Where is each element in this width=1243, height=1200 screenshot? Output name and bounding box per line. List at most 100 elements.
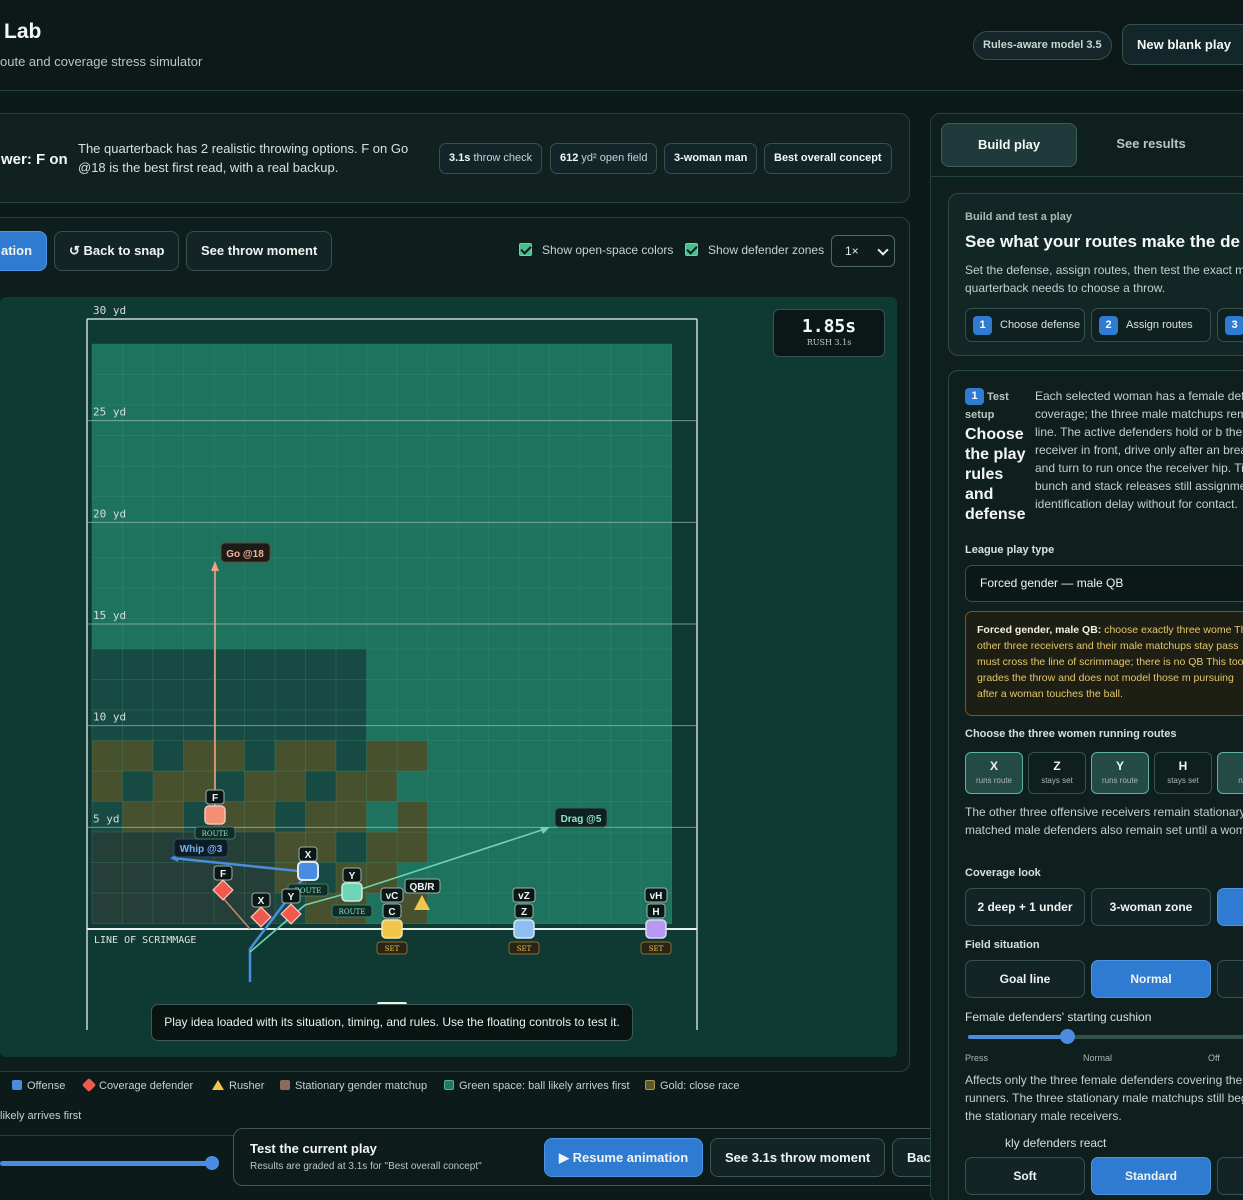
play-clock: 1.85s RUSH 3.1s [773,309,885,357]
heat-cell [610,466,642,497]
heat-cell [336,374,367,406]
see-throw-moment-button[interactable]: See 3.1s throw moment [710,1138,886,1177]
animation-button[interactable]: ation [0,231,47,271]
heat-cell [427,740,459,772]
heat-cell [122,771,154,802]
heat-cell [183,527,215,558]
heat-cell [153,771,184,802]
app-title: Lab [4,20,42,43]
heat-cell [122,832,154,863]
step-three[interactable]: 3 [1217,308,1243,342]
heat-cell [153,740,184,772]
field-canvas[interactable]: 30 yd 25 yd 20 yd 15 yd 10 yd 5 yd LINE OF SC… [0,297,897,1057]
situation-normal[interactable]: Normal [1091,960,1211,998]
heat-cell [610,435,642,467]
heat-cell [244,435,276,467]
setup-description: Each selected woman has a female def cov… [1035,389,1243,511]
heat-cell [580,771,611,802]
heat-cell [305,740,337,772]
react-soft[interactable]: Soft [965,1157,1085,1195]
heat-cell [183,862,215,894]
heat-cell [549,466,581,497]
open-space-checkbox[interactable] [519,243,532,256]
floating-test-controls: Test the current play Results are graded… [233,1128,1013,1186]
svg-text:Go @18: Go @18 [226,549,264,560]
svg-text:ROUTE: ROUTE [339,908,366,916]
heat-cell [641,557,672,589]
heat-cell [488,679,520,711]
route-toggle-x[interactable]: Xruns route [965,752,1023,794]
legend-offense: Offense [12,1080,65,1092]
coverage-3-woman-man[interactable]: 3 [1217,888,1243,926]
heat-cell [244,374,276,406]
react-standard[interactable]: Standard [1091,1157,1211,1195]
route-toggle-y[interactable]: Yruns route [1091,752,1149,794]
timeline-slider-handle[interactable] [205,1156,219,1170]
heat-cell [183,435,215,467]
situation-long[interactable]: L [1217,960,1243,998]
heat-cell [549,496,581,528]
heat-cell [549,344,581,375]
heat-cell [275,588,306,619]
stat-throw-check: 3.1s throw check [439,143,543,174]
heat-cell [305,618,337,650]
tab-see-results[interactable]: See results [1083,123,1219,167]
svg-text:X: X [258,896,265,907]
back-to-snap-button[interactable]: ↺ Back to snap [54,231,180,271]
react-third[interactable] [1217,1157,1243,1195]
heat-cell [549,740,581,772]
step-choose-defense[interactable]: 1 Choose defense [965,308,1085,342]
situation-goal-line[interactable]: Goal line [965,960,1085,998]
heat-cell [366,618,398,650]
heat-cell [275,466,306,497]
heat-cell [458,496,489,528]
throw-moment-button[interactable]: See throw moment [186,231,333,271]
heat-cell [610,649,642,680]
defender-zones-checkbox[interactable] [685,243,698,256]
coverage-2-deep[interactable]: 2 deep + 1 under [965,888,1085,926]
timeline-slider[interactable] [0,1161,212,1166]
heat-cell [519,557,550,589]
heat-cell [214,344,245,375]
answer-text: The quarterback has 2 realistic throwing… [78,141,409,175]
heat-cell [153,557,184,589]
heat-cell [610,557,642,589]
heat-cell [580,893,611,924]
route-toggle-z[interactable]: Zstays set [1028,752,1086,794]
route-toggle-h[interactable]: Hstays set [1154,752,1212,794]
heat-cell [549,588,581,619]
resume-animation-button[interactable]: ▶ Resume animation [544,1138,704,1177]
heat-cell [122,740,154,772]
heat-cell [580,496,611,528]
coverage-3-woman-zone[interactable]: 3-woman zone [1091,888,1211,926]
heat-cell [214,740,245,772]
speed-select[interactable]: 1× [831,235,895,267]
heat-cell [336,679,367,711]
heat-cell [580,435,611,467]
cushion-slider-fill [968,1035,1068,1039]
route-toggle-f[interactable]: Fruns [1217,752,1243,794]
yard-label: 25 yd [93,406,126,419]
heat-cell [427,801,459,833]
new-blank-play-button[interactable]: New blank play [1122,24,1243,65]
heat-cell [214,496,245,528]
heat-cell [397,679,428,711]
heat-cell [458,527,489,558]
heat-cell [458,740,489,772]
svg-text:SET: SET [385,945,400,953]
heat-cell [92,771,123,802]
league-select[interactable]: Forced gender — male QB [965,565,1243,602]
step-assign-routes[interactable]: 2 Assign routes [1091,308,1211,342]
heat-cell [366,374,398,406]
svg-text:Drag @5: Drag @5 [561,814,602,825]
heat-cell [214,893,245,924]
svg-text:Z: Z [521,907,527,918]
cushion-slider-handle[interactable] [1060,1029,1075,1044]
league-label: League play type [965,544,1055,556]
heat-cell [244,801,276,833]
tab-build-play[interactable]: Build play [941,123,1077,167]
heat-cell [488,344,520,375]
heat-cell [427,557,459,589]
heat-cell [244,679,276,711]
heat-cell [519,771,550,802]
